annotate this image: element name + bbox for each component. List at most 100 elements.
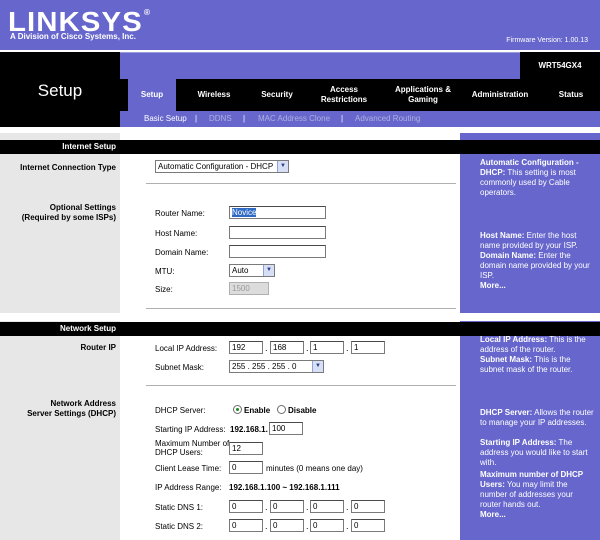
spacer	[460, 127, 600, 133]
label-router-ip: Router IP	[80, 343, 116, 352]
help-more-link[interactable]: More...	[480, 510, 595, 520]
dns1-octet-3[interactable]: 0	[310, 500, 344, 513]
ip-dot: .	[346, 343, 349, 353]
help-more-link[interactable]: More...	[480, 281, 595, 291]
tagline: A Division of Cisco Systems, Inc.	[10, 32, 136, 41]
spacer	[0, 313, 120, 321]
help-domain-name: Domain Name: Enter the domain name provi…	[480, 251, 595, 291]
dns2-octet-1[interactable]: 0	[229, 519, 263, 532]
subnet-mask-select[interactable]: 255 . 255 . 255 . 0 ▼	[229, 360, 324, 373]
help-dhcp-server: DHCP Server: Allows the router to manage…	[480, 408, 594, 427]
tab-setup[interactable]: Setup	[128, 79, 176, 111]
dns2-octet-2[interactable]: 0	[270, 519, 304, 532]
label-internet-connection-type: Internet Connection Type	[20, 163, 116, 172]
spacer	[460, 313, 600, 321]
ip-dot: .	[346, 521, 349, 531]
section-bar	[120, 140, 460, 154]
subnav-basic-setup[interactable]: Basic Setup	[144, 114, 187, 123]
divider	[146, 308, 456, 309]
lease-time-hint: minutes (0 means one day)	[266, 464, 363, 473]
size-label: Size:	[155, 285, 173, 294]
tab-status[interactable]: Status	[548, 79, 594, 111]
tab-administration[interactable]: Administration	[464, 79, 536, 111]
mtu-label: MTU:	[155, 267, 175, 276]
main-tabs: Setup Wireless Security Access Restricti…	[120, 79, 600, 111]
divider	[146, 183, 456, 184]
label-dhcp-1: Network Address	[50, 399, 117, 408]
size-input[interactable]: 1500	[229, 282, 269, 295]
ip-dot: .	[306, 521, 309, 531]
page-title-block: Setup	[0, 52, 120, 127]
left-label-column: Internet Setup Internet Connection Type …	[0, 127, 120, 540]
firmware-version: Firmware Version: 1.00.13	[506, 37, 588, 44]
divider	[146, 385, 456, 386]
static-dns2-label: Static DNS 2:	[155, 522, 204, 531]
help-starting-ip: Starting IP Address: The address you wou…	[480, 438, 588, 467]
connection-type-select[interactable]: Automatic Configuration - DHCP ▼	[155, 160, 289, 173]
router-name-input[interactable]: Novice	[229, 206, 326, 219]
dns1-octet-1[interactable]: 0	[229, 500, 263, 513]
ip-dot: .	[265, 343, 268, 353]
mtu-select[interactable]: Auto ▼	[229, 264, 275, 277]
help-host-name: Host Name: Enter the host name provided …	[480, 231, 578, 250]
host-name-input[interactable]	[229, 226, 326, 239]
max-dhcp-users-label: Maximum Number of DHCP Users:	[155, 439, 230, 457]
spacer	[120, 127, 460, 133]
label-optional-settings-note: (Required by some ISPs)	[21, 213, 116, 222]
dhcp-disable-radio[interactable]	[277, 405, 286, 414]
starting-ip-prefix: 192.168.1.	[230, 425, 268, 434]
subnav-mac-address-clone[interactable]: MAC Address Clone	[258, 114, 330, 123]
ip-dot: .	[265, 502, 268, 512]
chevron-down-icon: ▼	[312, 361, 323, 372]
tab-applications-gaming[interactable]: Applications & Gaming	[386, 79, 460, 111]
subnav-advanced-routing[interactable]: Advanced Routing	[355, 114, 420, 123]
section-internet-setup: Internet Setup	[0, 140, 120, 154]
help-subnet-mask: Subnet Mask: This is the subnet mask of …	[480, 355, 573, 374]
lease-time-label: Client Lease Time:	[155, 464, 222, 473]
subnav-separator: |	[341, 114, 344, 123]
lease-time-input[interactable]: 0	[229, 461, 263, 474]
ip-dot: .	[306, 343, 309, 353]
router-name-label: Router Name:	[155, 209, 205, 218]
local-ip-octet-2[interactable]: 168	[270, 341, 304, 354]
static-dns1-label: Static DNS 1:	[155, 503, 204, 512]
domain-name-input[interactable]	[229, 245, 326, 258]
chevron-down-icon: ▼	[263, 265, 274, 276]
dns1-octet-4[interactable]: 0	[351, 500, 385, 513]
local-ip-octet-4[interactable]: 1	[351, 341, 385, 354]
dns2-octet-3[interactable]: 0	[310, 519, 344, 532]
tab-security[interactable]: Security	[250, 79, 304, 111]
brand-mark: ®	[143, 8, 152, 17]
starting-ip-label: Starting IP Address:	[155, 425, 226, 434]
local-ip-octet-1[interactable]: 192	[229, 341, 263, 354]
ip-dot: .	[265, 521, 268, 531]
section-bar	[460, 140, 600, 154]
subnet-mask-label: Subnet Mask:	[155, 363, 204, 372]
local-ip-label: Local IP Address:	[155, 344, 218, 353]
host-name-label: Host Name:	[155, 229, 198, 238]
help-max-users: Maximum number of DHCP Users: You may li…	[480, 470, 595, 520]
help-local-ip: Local IP Address: This is the address of…	[480, 335, 586, 354]
starting-ip-input[interactable]: 100	[269, 422, 303, 435]
dns2-octet-4[interactable]: 0	[351, 519, 385, 532]
dns1-octet-2[interactable]: 0	[270, 500, 304, 513]
max-dhcp-users-input[interactable]: 12	[229, 442, 263, 455]
spacer	[0, 127, 120, 133]
local-ip-octet-3[interactable]: 1	[310, 341, 344, 354]
ip-dot: .	[346, 502, 349, 512]
label-dhcp-2: Server Settings (DHCP)	[27, 409, 116, 418]
subnav-ddns[interactable]: DDNS	[209, 114, 232, 123]
chevron-down-icon: ▼	[277, 161, 288, 172]
help-auto-config: Automatic Configuration - DHCP: This set…	[480, 158, 579, 197]
domain-name-label: Domain Name:	[155, 248, 209, 257]
subnav-separator: |	[243, 114, 246, 123]
sub-navigation: Basic Setup | DDNS | MAC Address Clone |…	[120, 111, 600, 127]
model-name: WRT54GX4	[520, 52, 600, 79]
section-network-setup: Network Setup	[0, 322, 120, 336]
tab-wireless[interactable]: Wireless	[186, 79, 242, 111]
dhcp-enable-label: Enable	[244, 406, 271, 415]
tab-access-restrictions[interactable]: Access Restrictions	[312, 79, 376, 111]
ip-range-label: IP Address Range:	[155, 483, 222, 492]
dhcp-server-label: DHCP Server:	[155, 406, 206, 415]
dhcp-enable-radio[interactable]	[233, 405, 242, 414]
